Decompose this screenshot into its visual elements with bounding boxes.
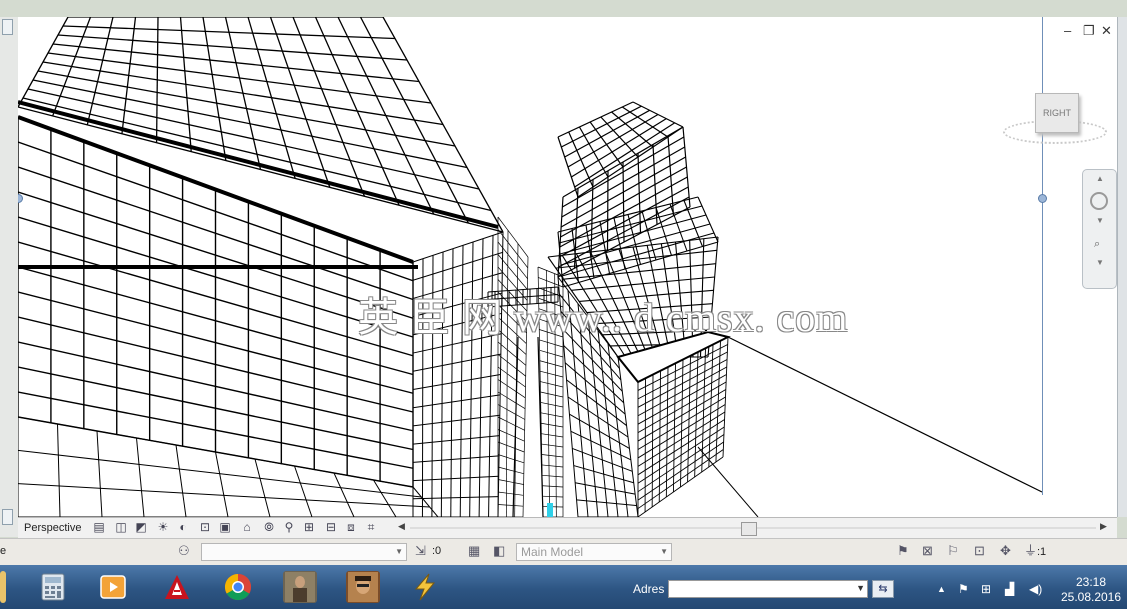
worksets-icon[interactable]: ⚇	[178, 544, 190, 558]
analytical-model-icon[interactable]: ⊟	[324, 521, 338, 534]
network-icon[interactable]: ▟	[1005, 583, 1014, 595]
media-player-icon[interactable]	[96, 571, 130, 603]
scale-icon[interactable]: ▤	[92, 521, 106, 534]
temp-view-properties-icon[interactable]: ⊞	[302, 521, 316, 534]
view-control-bar: Perspective ▤ ◫ ◩ ☀ ◐ ⊡ ▣ ⌂ ⦾ ⚲ ⊞ ⊟ ⧈ ⌗ …	[18, 517, 1117, 538]
windows-icon[interactable]: ⊞	[981, 583, 991, 595]
game-2-icon[interactable]	[346, 571, 380, 603]
viewcube-face-label: RIGHT	[1043, 108, 1071, 118]
editable-only-count: :0	[432, 545, 442, 557]
close-view-button[interactable]: ✕	[1101, 24, 1112, 37]
horizontal-scrollbar[interactable]: ◀ ▶	[398, 521, 1108, 536]
watermark-text: 英 臣 网 www.. d cmsx. com	[358, 295, 849, 340]
chrome-icon[interactable]	[221, 571, 255, 603]
design-option-dropdown[interactable]: Main Model ▼	[516, 543, 672, 561]
select-links-icon[interactable]: ⚑	[897, 544, 909, 558]
project-browser-edge[interactable]	[0, 17, 19, 537]
clock-time: 23:18	[1075, 575, 1107, 589]
system-clock[interactable]: 23:18 25.08.2016	[1058, 575, 1124, 605]
shadows-icon[interactable]: ◐	[176, 521, 190, 534]
autodesk-icon[interactable]	[160, 571, 194, 603]
perspective-wireframe	[18, 17, 1043, 517]
scroll-left-icon[interactable]: ◀	[398, 521, 405, 532]
filter-icon[interactable]: ⏚	[1024, 544, 1037, 558]
action-center-flag-icon[interactable]: ⚑	[958, 583, 969, 595]
steering-wheel-icon[interactable]	[1090, 192, 1108, 210]
view-name: Perspective	[24, 522, 82, 534]
partial-app-icon[interactable]	[0, 571, 6, 603]
filter-count: :1	[1037, 546, 1047, 558]
crop-handle-right[interactable]	[1038, 194, 1047, 203]
vertical-scrollbar[interactable]	[1117, 17, 1127, 517]
chevron-down-icon: ▼	[660, 547, 668, 556]
address-input[interactable]: ▼	[668, 580, 868, 598]
nav-bar-up-icon: ▲	[1096, 174, 1104, 183]
viewcube[interactable]: RIGHT	[1035, 93, 1079, 133]
3d-viewport[interactable]: 英 臣 网 www.. d cmsx. com RIGHT ▲ ▼ ⌕ ▼ ‒ …	[18, 17, 1117, 517]
panel-expand-button[interactable]	[2, 509, 13, 525]
scroll-right-icon[interactable]: ▶	[1100, 521, 1107, 532]
exclude-options-icon[interactable]: ◧	[493, 544, 505, 558]
crop-region-edge	[1042, 17, 1043, 495]
visual-style-icon[interactable]: ◩	[134, 521, 148, 534]
minimize-view-button[interactable]: ‒	[1064, 24, 1071, 37]
address-label: Adres	[633, 582, 665, 596]
status-text: e	[0, 545, 7, 557]
navigation-bar[interactable]: ▲ ▼ ⌕ ▼	[1082, 169, 1117, 289]
temp-hide-icon[interactable]: ⦾	[262, 521, 276, 534]
highlight-displacement-icon[interactable]: ⧈	[344, 521, 358, 534]
select-pinned-icon[interactable]: ⚐	[947, 544, 959, 558]
editable-only-icon[interactable]: ⇲	[415, 544, 426, 558]
chevron-down-icon: ▼	[395, 547, 403, 556]
restore-view-button[interactable]: ❐	[1083, 24, 1095, 37]
unlock-3d-icon[interactable]: ⌂	[240, 521, 254, 534]
panel-collapse-button[interactable]	[2, 19, 13, 35]
clock-date: 25.08.2016	[1060, 590, 1122, 604]
chevron-down-icon[interactable]: ▼	[1096, 258, 1104, 267]
select-by-face-icon[interactable]: ⊡	[974, 544, 985, 558]
chevron-down-icon[interactable]: ▼	[856, 583, 865, 593]
detail-level-icon[interactable]: ◫	[114, 521, 128, 534]
windows-taskbar: Adres ▼ ⇆ ▲ ⚑ ⊞ ▟ ◀) 23:18 25.08.2016	[0, 565, 1127, 609]
winamp-icon[interactable]	[408, 571, 442, 603]
crop-view-icon[interactable]: ⊡	[198, 521, 212, 534]
address-go-button[interactable]: ⇆	[872, 580, 894, 598]
volume-icon[interactable]: ◀)	[1029, 583, 1042, 595]
design-options-icon[interactable]: ▦	[468, 544, 480, 558]
reveal-hidden-icon[interactable]: ⚲	[282, 521, 296, 534]
title-strip	[0, 0, 1127, 17]
show-crop-icon[interactable]: ▣	[218, 521, 232, 534]
reveal-constraints-icon[interactable]: ⌗	[364, 521, 378, 534]
workset-dropdown[interactable]: ▼	[201, 543, 407, 561]
drag-elements-icon[interactable]: ✥	[1000, 544, 1011, 558]
chevron-down-icon[interactable]: ▼	[1096, 216, 1104, 225]
game-1-icon[interactable]	[283, 571, 317, 603]
status-bar: e ⚇ ▼ ⇲ :0 ▦ ◧ Main Model ▼ ⚑ ⊠ ⚐ ⊡ ✥ ⏚ …	[0, 538, 1127, 565]
scroll-thumb[interactable]	[741, 522, 757, 536]
design-option-value: Main Model	[521, 545, 584, 559]
sun-path-icon[interactable]: ☀	[156, 521, 170, 534]
zoom-icon[interactable]: ⌕	[1094, 238, 1100, 251]
tray-expand-icon[interactable]: ▲	[937, 583, 946, 595]
calculator-icon[interactable]	[36, 571, 70, 603]
select-underlay-icon[interactable]: ⊠	[922, 544, 933, 558]
